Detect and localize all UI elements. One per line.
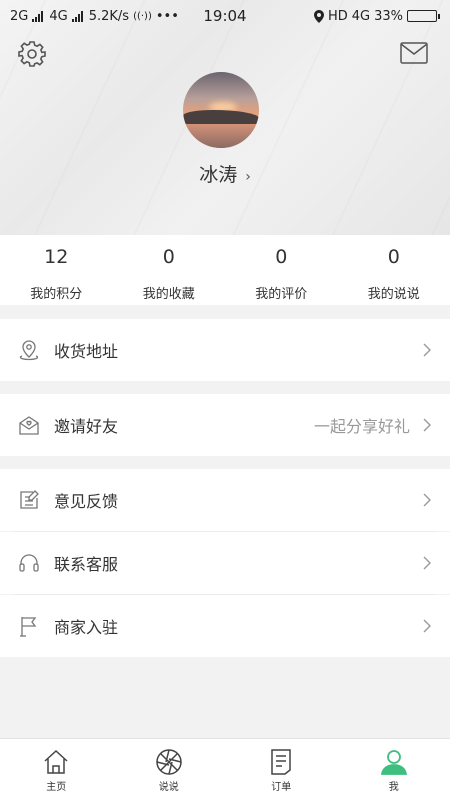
chevron-right-icon: › bbox=[245, 169, 251, 185]
menu-item-merchant[interactable]: 商家入驻 bbox=[0, 595, 450, 657]
stat-value: 12 bbox=[44, 246, 69, 268]
stat-value: 0 bbox=[275, 246, 288, 268]
location-icon bbox=[313, 9, 324, 23]
settings-gear-icon[interactable] bbox=[18, 40, 46, 68]
stat-label: 我的积分 bbox=[30, 287, 83, 302]
battery-icon bbox=[407, 10, 440, 22]
more-dots: ••• bbox=[155, 8, 179, 24]
chevron-right-icon bbox=[423, 493, 431, 507]
username-link[interactable]: 冰涛 › bbox=[0, 160, 450, 187]
network-4g-label: 4G bbox=[49, 8, 68, 24]
menu-label: 邀请好友 bbox=[54, 417, 119, 436]
stat-points[interactable]: 12 我的积分 bbox=[0, 235, 113, 305]
stat-value: 0 bbox=[387, 246, 400, 268]
hd-label: HD bbox=[327, 8, 348, 24]
tab-home[interactable]: 主页 bbox=[0, 739, 113, 800]
stat-favorites[interactable]: 0 我的收藏 bbox=[113, 235, 226, 305]
stat-reviews[interactable]: 0 我的评价 bbox=[225, 235, 338, 305]
tab-label: 说说 bbox=[158, 782, 179, 793]
menu-item-feedback[interactable]: 意见反馈 bbox=[0, 469, 450, 531]
network-2g-label: 2G bbox=[10, 8, 29, 24]
menu-item-address[interactable]: 收货地址 bbox=[0, 319, 450, 381]
tab-orders[interactable]: 订单 bbox=[225, 739, 338, 800]
chevron-right-icon bbox=[423, 556, 431, 570]
edit-note-icon bbox=[20, 490, 39, 509]
mail-icon[interactable] bbox=[400, 42, 428, 64]
status-bar: 2G 4G 5.2K/s ((·)) ••• 19:04 HD 4G 33% bbox=[0, 0, 450, 32]
flag-icon bbox=[20, 617, 37, 637]
home-icon bbox=[44, 749, 68, 774]
stat-posts[interactable]: 0 我的说说 bbox=[338, 235, 450, 305]
tab-posts[interactable]: 说说 bbox=[113, 739, 226, 800]
chevron-right-icon bbox=[423, 619, 431, 633]
hotspot-icon: ((·)) bbox=[133, 10, 152, 22]
menu-item-invite[interactable]: 邀请好友 一起分享好礼 bbox=[0, 394, 450, 456]
bottom-tab-bar: 主页 说说 订单 我 bbox=[0, 738, 450, 800]
stats-bar: 12 我的积分 0 我的收藏 0 我的评价 0 我的说说 bbox=[0, 235, 450, 305]
signal-icon bbox=[71, 10, 83, 22]
menu-label: 收货地址 bbox=[54, 342, 119, 361]
headphones-icon bbox=[19, 554, 39, 572]
network-4g-label: 4G bbox=[351, 8, 371, 24]
stat-label: 我的评价 bbox=[255, 287, 308, 302]
stat-label: 我的说说 bbox=[367, 287, 420, 302]
chevron-right-icon bbox=[423, 418, 431, 432]
tab-label: 我 bbox=[388, 782, 399, 793]
net-speed: 5.2K/s bbox=[88, 8, 130, 24]
user-icon bbox=[380, 750, 407, 775]
invite-envelope-icon bbox=[19, 416, 39, 435]
menu-label: 意见反馈 bbox=[54, 492, 119, 511]
stat-label: 我的收藏 bbox=[142, 287, 195, 302]
aperture-icon bbox=[156, 749, 182, 775]
stat-value: 0 bbox=[162, 246, 175, 268]
battery-percent: 33% bbox=[374, 8, 403, 24]
location-pin-icon bbox=[19, 340, 39, 361]
username: 冰涛 bbox=[199, 164, 238, 186]
chevron-right-icon bbox=[423, 343, 431, 357]
tab-label: 主页 bbox=[46, 782, 67, 793]
signal-icon bbox=[32, 10, 44, 22]
menu-item-customer-service[interactable]: 联系客服 bbox=[0, 532, 450, 594]
menu-label: 商家入驻 bbox=[54, 618, 119, 637]
tab-label: 订单 bbox=[271, 782, 292, 793]
order-document-icon bbox=[271, 749, 291, 775]
menu-label: 联系客服 bbox=[54, 555, 119, 574]
tab-me[interactable]: 我 bbox=[338, 739, 450, 800]
avatar[interactable] bbox=[183, 72, 259, 148]
invite-hint: 一起分享好礼 bbox=[313, 417, 410, 436]
